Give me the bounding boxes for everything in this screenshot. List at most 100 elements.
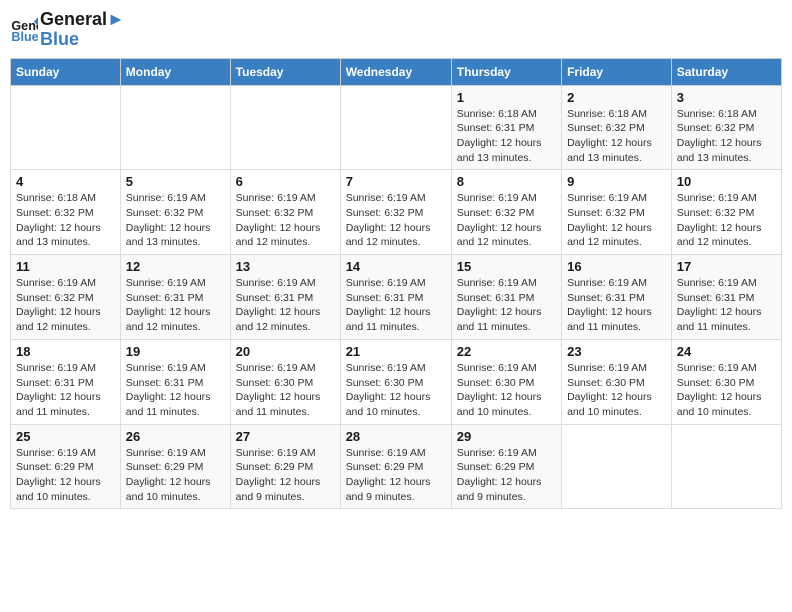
days-header-row: SundayMondayTuesdayWednesdayThursdayFrid… <box>11 58 782 85</box>
day-info: Sunrise: 6:18 AM Sunset: 6:31 PM Dayligh… <box>457 107 556 166</box>
calendar-cell: 14 Sunrise: 6:19 AM Sunset: 6:31 PM Dayli… <box>340 255 451 340</box>
calendar-cell: 19 Sunrise: 6:19 AM Sunset: 6:31 PM Dayli… <box>120 339 230 424</box>
day-info: Sunrise: 6:19 AM Sunset: 6:30 PM Dayligh… <box>457 361 556 420</box>
day-info: Sunrise: 6:19 AM Sunset: 6:32 PM Dayligh… <box>346 191 446 250</box>
day-info: Sunrise: 6:19 AM Sunset: 6:30 PM Dayligh… <box>236 361 335 420</box>
day-info: Sunrise: 6:19 AM Sunset: 6:31 PM Dayligh… <box>126 361 225 420</box>
day-info: Sunrise: 6:19 AM Sunset: 6:29 PM Dayligh… <box>457 446 556 505</box>
day-number: 27 <box>236 429 335 444</box>
day-header-thursday: Thursday <box>451 58 561 85</box>
logo: General Blue General► Blue <box>10 10 125 50</box>
calendar-cell: 10Sunrise: 6:19 AM Sunset: 6:32 PM Dayli… <box>671 170 781 255</box>
day-number: 19 <box>126 344 225 359</box>
calendar-cell: 6Sunrise: 6:19 AM Sunset: 6:32 PM Daylig… <box>230 170 340 255</box>
calendar-cell: 4Sunrise: 6:18 AM Sunset: 6:32 PM Daylig… <box>11 170 121 255</box>
day-number: 10 <box>677 174 776 189</box>
calendar-cell: 8 Sunrise: 6:19 AM Sunset: 6:32 PM Daylig… <box>451 170 561 255</box>
day-number: 28 <box>346 429 446 444</box>
day-number: 22 <box>457 344 556 359</box>
day-number: 8 <box>457 174 556 189</box>
calendar-cell: 25 Sunrise: 6:19 AM Sunset: 6:29 PM Dayli… <box>11 424 121 509</box>
calendar-cell: 2 Sunrise: 6:18 AM Sunset: 6:32 PM Daylig… <box>562 85 672 170</box>
logo-icon: General Blue <box>10 16 38 44</box>
day-info: Sunrise: 6:18 AM Sunset: 6:32 PM Dayligh… <box>567 107 666 166</box>
calendar-cell <box>11 85 121 170</box>
calendar-cell: 12 Sunrise: 6:19 AM Sunset: 6:31 PM Dayli… <box>120 255 230 340</box>
day-header-friday: Friday <box>562 58 672 85</box>
calendar-cell <box>230 85 340 170</box>
day-number: 29 <box>457 429 556 444</box>
day-info: Sunrise: 6:19 AM Sunset: 6:32 PM Dayligh… <box>567 191 666 250</box>
calendar-cell: 9 Sunrise: 6:19 AM Sunset: 6:32 PM Daylig… <box>562 170 672 255</box>
day-number: 5 <box>126 174 225 189</box>
day-number: 26 <box>126 429 225 444</box>
calendar-cell: 17 Sunrise: 6:19 AM Sunset: 6:31 PM Dayli… <box>671 255 781 340</box>
day-info: Sunrise: 6:19 AM Sunset: 6:32 PM Dayligh… <box>126 191 225 250</box>
calendar-cell: 26 Sunrise: 6:19 AM Sunset: 6:29 PM Dayli… <box>120 424 230 509</box>
day-number: 2 <box>567 90 666 105</box>
day-header-monday: Monday <box>120 58 230 85</box>
header: General Blue General► Blue <box>10 10 782 50</box>
calendar-cell: 18 Sunrise: 6:19 AM Sunset: 6:31 PM Dayli… <box>11 339 121 424</box>
calendar-week-4: 25 Sunrise: 6:19 AM Sunset: 6:29 PM Dayli… <box>11 424 782 509</box>
day-number: 14 <box>346 259 446 274</box>
calendar-cell: 20Sunrise: 6:19 AM Sunset: 6:30 PM Dayli… <box>230 339 340 424</box>
day-header-wednesday: Wednesday <box>340 58 451 85</box>
calendar-cell: 24Sunrise: 6:19 AM Sunset: 6:30 PM Dayli… <box>671 339 781 424</box>
day-info: Sunrise: 6:19 AM Sunset: 6:30 PM Dayligh… <box>346 361 446 420</box>
calendar-cell: 21 Sunrise: 6:19 AM Sunset: 6:30 PM Dayli… <box>340 339 451 424</box>
day-number: 7 <box>346 174 446 189</box>
day-info: Sunrise: 6:19 AM Sunset: 6:32 PM Dayligh… <box>457 191 556 250</box>
day-number: 18 <box>16 344 115 359</box>
day-number: 21 <box>346 344 446 359</box>
day-info: Sunrise: 6:19 AM Sunset: 6:31 PM Dayligh… <box>567 276 666 335</box>
calendar-header: SundayMondayTuesdayWednesdayThursdayFrid… <box>11 58 782 85</box>
day-info: Sunrise: 6:19 AM Sunset: 6:31 PM Dayligh… <box>126 276 225 335</box>
day-info: Sunrise: 6:19 AM Sunset: 6:31 PM Dayligh… <box>457 276 556 335</box>
calendar-cell: 5 Sunrise: 6:19 AM Sunset: 6:32 PM Daylig… <box>120 170 230 255</box>
calendar-cell: 15 Sunrise: 6:19 AM Sunset: 6:31 PM Dayli… <box>451 255 561 340</box>
calendar-cell: 22 Sunrise: 6:19 AM Sunset: 6:30 PM Dayli… <box>451 339 561 424</box>
day-number: 25 <box>16 429 115 444</box>
calendar-table: SundayMondayTuesdayWednesdayThursdayFrid… <box>10 58 782 510</box>
day-info: Sunrise: 6:19 AM Sunset: 6:29 PM Dayligh… <box>346 446 446 505</box>
day-info: Sunrise: 6:19 AM Sunset: 6:29 PM Dayligh… <box>16 446 115 505</box>
day-info: Sunrise: 6:19 AM Sunset: 6:30 PM Dayligh… <box>567 361 666 420</box>
day-info: Sunrise: 6:19 AM Sunset: 6:31 PM Dayligh… <box>346 276 446 335</box>
calendar-week-2: 11 Sunrise: 6:19 AM Sunset: 6:32 PM Dayli… <box>11 255 782 340</box>
day-header-sunday: Sunday <box>11 58 121 85</box>
day-number: 11 <box>16 259 115 274</box>
calendar-cell: 23Sunrise: 6:19 AM Sunset: 6:30 PM Dayli… <box>562 339 672 424</box>
svg-text:Blue: Blue <box>11 30 38 44</box>
day-number: 15 <box>457 259 556 274</box>
calendar-cell: 27Sunrise: 6:19 AM Sunset: 6:29 PM Dayli… <box>230 424 340 509</box>
day-info: Sunrise: 6:19 AM Sunset: 6:31 PM Dayligh… <box>677 276 776 335</box>
calendar-cell <box>340 85 451 170</box>
day-number: 12 <box>126 259 225 274</box>
calendar-cell <box>671 424 781 509</box>
calendar-cell: 16 Sunrise: 6:19 AM Sunset: 6:31 PM Dayli… <box>562 255 672 340</box>
calendar-week-0: 1 Sunrise: 6:18 AM Sunset: 6:31 PM Daylig… <box>11 85 782 170</box>
day-number: 9 <box>567 174 666 189</box>
day-info: Sunrise: 6:18 AM Sunset: 6:32 PM Dayligh… <box>677 107 776 166</box>
day-header-tuesday: Tuesday <box>230 58 340 85</box>
calendar-week-3: 18 Sunrise: 6:19 AM Sunset: 6:31 PM Dayli… <box>11 339 782 424</box>
day-info: Sunrise: 6:19 AM Sunset: 6:31 PM Dayligh… <box>236 276 335 335</box>
calendar-cell: 1 Sunrise: 6:18 AM Sunset: 6:31 PM Daylig… <box>451 85 561 170</box>
day-number: 4 <box>16 174 115 189</box>
calendar-cell: 28 Sunrise: 6:19 AM Sunset: 6:29 PM Dayli… <box>340 424 451 509</box>
day-header-saturday: Saturday <box>671 58 781 85</box>
day-number: 1 <box>457 90 556 105</box>
day-info: Sunrise: 6:19 AM Sunset: 6:31 PM Dayligh… <box>16 361 115 420</box>
calendar-cell: 3Sunrise: 6:18 AM Sunset: 6:32 PM Daylig… <box>671 85 781 170</box>
day-number: 16 <box>567 259 666 274</box>
day-info: Sunrise: 6:19 AM Sunset: 6:29 PM Dayligh… <box>126 446 225 505</box>
day-number: 6 <box>236 174 335 189</box>
day-number: 17 <box>677 259 776 274</box>
day-number: 13 <box>236 259 335 274</box>
calendar-cell <box>120 85 230 170</box>
day-number: 24 <box>677 344 776 359</box>
calendar-cell: 7 Sunrise: 6:19 AM Sunset: 6:32 PM Daylig… <box>340 170 451 255</box>
calendar-cell: 11 Sunrise: 6:19 AM Sunset: 6:32 PM Dayli… <box>11 255 121 340</box>
day-info: Sunrise: 6:19 AM Sunset: 6:32 PM Dayligh… <box>16 276 115 335</box>
